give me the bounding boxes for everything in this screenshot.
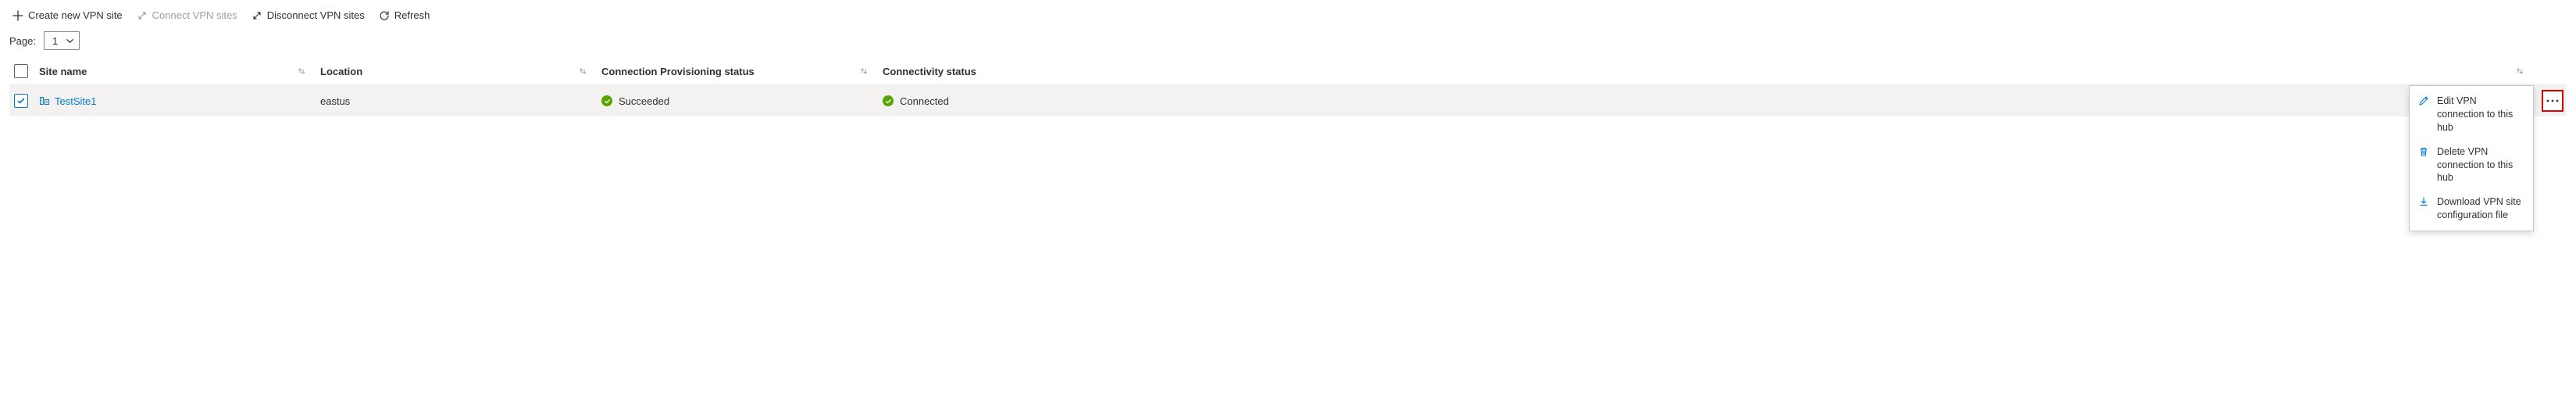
column-location-label: Location: [320, 66, 362, 77]
vpn-sites-table: Site name Location Connection Provisioni…: [9, 59, 2567, 116]
row-context-menu: Edit VPN connection to this hub Delete V…: [2409, 85, 2534, 231]
sort-icon: [859, 66, 869, 76]
column-header-provisioning[interactable]: Connection Provisioning status: [601, 66, 883, 77]
connectivity-text: Connected: [900, 95, 949, 107]
column-site-label: Site name: [39, 66, 87, 77]
provisioning-status: Succeeded: [601, 95, 669, 107]
check-icon: [16, 96, 26, 106]
connect-icon: [137, 10, 148, 21]
success-icon: [883, 95, 894, 106]
connectivity-status: Connected: [883, 95, 949, 107]
create-vpn-site-button[interactable]: Create new VPN site: [9, 7, 126, 23]
delete-icon: [2418, 146, 2429, 157]
disconnect-vpn-sites-button[interactable]: Disconnect VPN sites: [248, 7, 368, 23]
site-icon: [39, 95, 50, 106]
menu-delete-label: Delete VPN connection to this hub: [2437, 145, 2524, 185]
refresh-icon: [379, 10, 390, 21]
edit-icon: [2418, 95, 2429, 106]
menu-delete-connection[interactable]: Delete VPN connection to this hub: [2410, 140, 2533, 191]
table-header: Site name Location Connection Provisioni…: [9, 59, 2567, 85]
page-label: Page:: [9, 35, 36, 47]
column-header-location[interactable]: Location: [320, 66, 601, 77]
ellipsis-icon: [2546, 99, 2559, 102]
menu-edit-connection[interactable]: Edit VPN connection to this hub: [2410, 89, 2533, 140]
site-link[interactable]: TestSite1: [39, 95, 96, 107]
toolbar: Create new VPN site Connect VPN sites Di…: [9, 6, 2567, 28]
location-value: eastus: [320, 95, 350, 107]
create-label: Create new VPN site: [28, 9, 123, 21]
page-current: 1: [52, 35, 58, 47]
sort-icon: [2515, 66, 2524, 76]
sort-icon: [297, 66, 306, 76]
row-more-button[interactable]: [2542, 90, 2564, 112]
download-icon: [2418, 196, 2429, 207]
paging-row: Page: 1: [9, 28, 2567, 59]
column-provisioning-label: Connection Provisioning status: [601, 66, 755, 77]
disconnect-icon: [252, 10, 262, 21]
column-connectivity-label: Connectivity status: [883, 66, 976, 77]
provisioning-text: Succeeded: [619, 95, 669, 107]
connect-vpn-sites-button[interactable]: Connect VPN sites: [134, 7, 241, 23]
row-checkbox[interactable]: [14, 94, 28, 108]
plus-icon: [12, 10, 23, 21]
sort-icon: [578, 66, 587, 76]
column-header-connectivity[interactable]: Connectivity status: [883, 66, 2539, 77]
disconnect-label: Disconnect VPN sites: [267, 9, 365, 21]
refresh-button[interactable]: Refresh: [376, 7, 433, 23]
chevron-down-icon: [66, 37, 74, 45]
menu-download-config[interactable]: Download VPN site configuration file: [2410, 190, 2533, 227]
page-select[interactable]: 1: [44, 31, 80, 50]
refresh-label: Refresh: [394, 9, 430, 21]
menu-download-label: Download VPN site configuration file: [2437, 195, 2524, 222]
column-header-site[interactable]: Site name: [39, 66, 320, 77]
success-icon: [601, 95, 612, 106]
menu-edit-label: Edit VPN connection to this hub: [2437, 95, 2524, 134]
connect-label: Connect VPN sites: [152, 9, 237, 21]
site-name: TestSite1: [55, 95, 96, 107]
select-all-checkbox[interactable]: [14, 64, 28, 78]
table-row[interactable]: TestSite1 eastus Succeeded Connected: [9, 85, 2567, 116]
